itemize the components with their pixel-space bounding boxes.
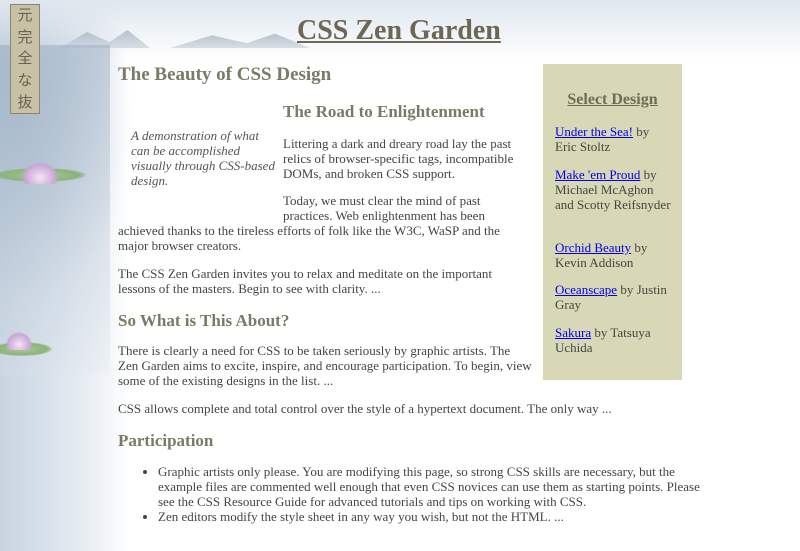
tagline: A demonstration of what can be accomplis… (131, 128, 275, 188)
sidebar-title: Select Design (567, 91, 658, 108)
road-paragraph-3: The CSS Zen Garden invites you to relax … (118, 266, 493, 296)
about-heading: So What is This About? (118, 311, 290, 330)
design-link-oceanscape[interactable]: Oceanscape (555, 282, 617, 297)
seal-char: 抜 (17, 92, 33, 111)
design-link-make-em-proud[interactable]: Make 'em Proud (555, 167, 640, 182)
lotus-flower (6, 332, 32, 350)
about-paragraph-1: There is clearly a need for CSS to be ta… (118, 343, 532, 388)
design-item: Sakura by Tatsuya Uchida (555, 325, 673, 355)
road-paragraph-2b: achieved thanks to the tireless efforts … (118, 223, 500, 253)
participation-list: Graphic artists only please. You are mod… (118, 464, 718, 524)
main-heading: The Beauty of CSS Design (118, 64, 332, 85)
seal-char: 全 (17, 49, 33, 68)
lotus-flower (22, 162, 58, 184)
road-paragraph-2a: Today, we must clear the mind of past pr… (283, 193, 485, 223)
design-item: Oceanscape by Justin Gray (555, 282, 673, 312)
page-title: CSS Zen Garden (297, 15, 501, 46)
select-design-sidebar: Select Design Under the Sea! by Eric Sto… (543, 64, 682, 380)
list-item: Zen editors modify the style sheet in an… (158, 509, 718, 524)
list-item: Graphic artists only please. You are mod… (158, 464, 718, 509)
seal-stamp: 元 完 全 な 抜 (10, 4, 40, 114)
design-item: Orchid Beauty by Kevin Addison (555, 240, 673, 270)
design-link-sakura[interactable]: Sakura (555, 325, 591, 340)
design-link-under-the-sea[interactable]: Under the Sea! (555, 124, 633, 139)
participation-heading: Participation (118, 431, 214, 450)
road-heading: The Road to Enlightenment (283, 102, 485, 121)
seal-char: 完 (17, 27, 33, 46)
road-paragraph-1: Littering a dark and dreary road lay the… (283, 136, 514, 181)
design-link-orchid-beauty[interactable]: Orchid Beauty (555, 240, 631, 255)
design-item: Under the Sea! by Eric Stoltz (555, 124, 673, 154)
seal-char: 元 (17, 6, 33, 25)
about-paragraph-2: CSS allows complete and total control ov… (118, 401, 612, 416)
seal-char: な (17, 71, 33, 90)
design-item: Make 'em Proud by Michael McAghon and Sc… (555, 167, 673, 212)
